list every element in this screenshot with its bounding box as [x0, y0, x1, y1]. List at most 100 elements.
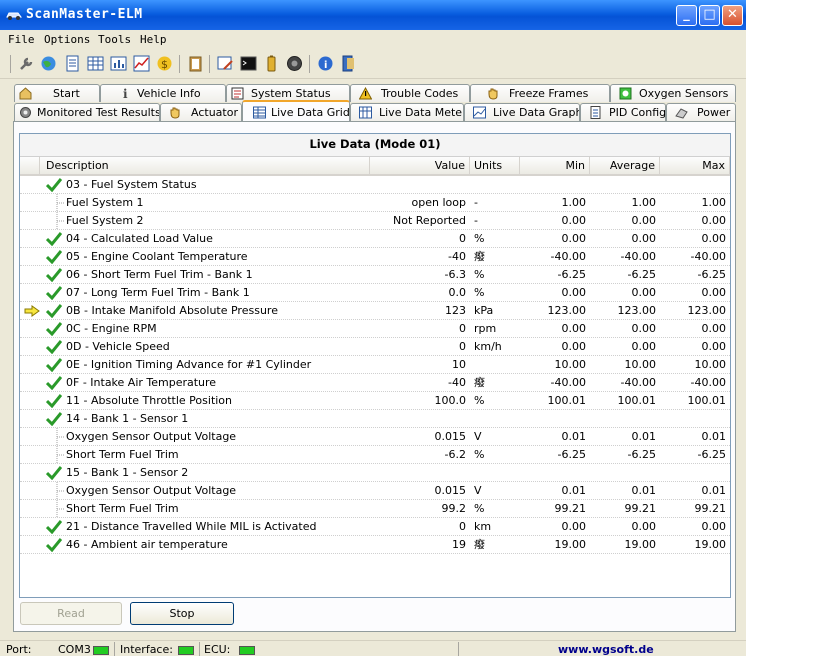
tab-pid-config[interactable]: PID Config — [580, 103, 666, 121]
table-row[interactable]: 03 - Fuel System Status — [20, 176, 730, 194]
wrench-icon[interactable] — [18, 55, 35, 72]
row-units: 癈 — [474, 250, 485, 263]
tab-live-data-grid[interactable]: Live Data Grid — [242, 100, 350, 121]
row-average: 0.00 — [631, 214, 657, 227]
table-row[interactable]: 0C - Engine RPM 0 rpm 0.00 0.00 0.00 — [20, 320, 730, 338]
row-max: 0.00 — [701, 214, 727, 227]
close-button[interactable]: ✕ — [722, 5, 743, 26]
column-header-max[interactable]: Max — [660, 157, 730, 176]
stop-button[interactable]: Stop — [130, 602, 234, 625]
column-header-description[interactable]: Description — [40, 157, 370, 176]
tab-vehicle-info[interactable]: i Vehicle Info — [100, 84, 226, 102]
document-icon[interactable] — [64, 55, 81, 72]
table-row[interactable]: Fuel System 2 Not Reported - 0.00 0.00 0.00 — [20, 212, 730, 230]
check-icon — [46, 376, 62, 390]
table-row[interactable]: 15 - Bank 1 - Sensor 2 — [20, 464, 730, 482]
row-value: -6.3 — [444, 268, 466, 281]
column-header-units[interactable]: Units — [470, 157, 520, 176]
row-max: 1.00 — [701, 196, 727, 209]
port-value: COM3 — [58, 643, 91, 656]
title-bar[interactable]: ScanMaster-ELM _ □ ✕ — [0, 0, 746, 30]
row-min: 0.01 — [561, 430, 587, 443]
chart-icon[interactable] — [110, 55, 127, 72]
info-icon[interactable]: i — [317, 55, 334, 72]
maximize-button[interactable]: □ — [699, 5, 720, 26]
minimize-button[interactable]: _ — [676, 5, 697, 26]
row-value: 0.015 — [434, 484, 467, 497]
read-button[interactable]: Read — [20, 602, 122, 625]
clipboard-icon[interactable] — [187, 55, 204, 72]
table-row[interactable]: 0B - Intake Manifold Absolute Pressure 12… — [20, 302, 730, 320]
menu-file[interactable]: File — [8, 33, 35, 46]
table-row[interactable]: 0D - Vehicle Speed 0 km/h 0.00 0.00 0.00 — [20, 338, 730, 356]
table-row[interactable]: 0F - Intake Air Temperature -40 癈 -40.00 -40… — [20, 374, 730, 392]
toolbar: $ i — [0, 50, 746, 79]
column-header-min[interactable]: Min — [520, 157, 590, 176]
row-min: 100.01 — [547, 394, 587, 407]
row-description: Fuel System 2 — [66, 214, 144, 227]
status-icon — [231, 87, 244, 100]
house-icon — [19, 87, 32, 100]
tab-live-data-graph[interactable]: Live Data Graph — [464, 103, 580, 121]
table-row[interactable]: Oxygen Sensor Output Voltage 0.015 V 0.01 0.… — [20, 428, 730, 446]
table-row[interactable]: 46 - Ambient air temperature 19 癈 19.00 19.0… — [20, 536, 730, 554]
graph-icon[interactable] — [133, 55, 150, 72]
edit-icon[interactable] — [217, 55, 234, 72]
table-row[interactable]: Fuel System 1 open loop - 1.00 1.00 1.00 — [20, 194, 730, 212]
row-max — [660, 410, 726, 427]
table-row[interactable]: 14 - Bank 1 - Sensor 1 — [20, 410, 730, 428]
row-max: 0.00 — [701, 286, 727, 299]
live-data-grid[interactable]: Live Data (Mode 01) Description Value Un… — [19, 133, 731, 598]
tab-monitored-test-results[interactable]: Monitored Test Results — [14, 103, 160, 121]
table-row[interactable]: 07 - Long Term Fuel Trim - Bank 1 0.0% 0.0… — [20, 284, 730, 302]
table-row[interactable]: 21 - Distance Travelled While MIL is Act… — [20, 518, 730, 536]
table-row[interactable]: 11 - Absolute Throttle Position 100.0% 100… — [20, 392, 730, 410]
tab-power[interactable]: Power — [666, 103, 736, 121]
website-link[interactable]: www.wgsoft.de — [558, 643, 654, 656]
table-row[interactable]: 0E - Ignition Timing Advance for #1 Cyli… — [20, 356, 730, 374]
tab-actuator[interactable]: Actuator — [160, 103, 242, 121]
row-description: Oxygen Sensor Output Voltage — [66, 484, 237, 497]
globe-icon[interactable] — [40, 55, 57, 72]
table-row[interactable]: 04 - Calculated Load Value 0% 0.00 0.00 0.00 — [20, 230, 730, 248]
menu-tools[interactable]: Tools — [98, 33, 131, 46]
table-row[interactable]: 06 - Short Term Fuel Trim - Bank 1 -6.3% -… — [20, 266, 730, 284]
row-min: 99.21 — [554, 502, 587, 515]
tab-oxygen-sensors[interactable]: Oxygen Sensors — [610, 84, 736, 102]
tab-trouble-codes[interactable]: Trouble Codes — [350, 84, 470, 102]
table-row[interactable]: Short Term Fuel Trim 99.2% 99.21 99.21 99.21 — [20, 500, 730, 518]
row-max: 19.00 — [694, 538, 727, 551]
app-window: ScanMaster-ELM _ □ ✕ File Options Tools … — [0, 0, 746, 656]
check-icon — [46, 322, 62, 336]
menu-help[interactable]: Help — [140, 33, 167, 46]
row-min: 0.00 — [561, 340, 587, 353]
row-units: km/h — [474, 340, 502, 353]
tab-freeze-frames[interactable]: Freeze Frames — [470, 84, 610, 102]
dollar-icon[interactable]: $ — [156, 55, 173, 72]
tree-line — [56, 194, 64, 211]
row-value: 123 — [445, 304, 466, 317]
row-units: V — [474, 430, 482, 443]
exit-door-icon[interactable] — [340, 55, 357, 72]
ecu-led — [239, 646, 255, 655]
tab-start[interactable]: Start — [14, 84, 100, 102]
row-average — [590, 410, 656, 427]
terminal-icon[interactable] — [240, 55, 257, 72]
row-average: 99.21 — [624, 502, 657, 515]
dial-icon[interactable] — [286, 55, 303, 72]
column-header-value[interactable]: Value — [370, 157, 470, 176]
row-max: -40.00 — [690, 376, 726, 389]
row-units: - — [474, 214, 478, 227]
grid-icon[interactable] — [87, 55, 104, 72]
menu-options[interactable]: Options — [44, 33, 90, 46]
warning-icon — [359, 87, 372, 100]
tab-live-data-meter[interactable]: Live Data Meter — [350, 103, 464, 121]
table-row[interactable]: 05 - Engine Coolant Temperature -40 癈 -40.0… — [20, 248, 730, 266]
column-header-average[interactable]: Average — [590, 157, 660, 176]
table-row[interactable]: Short Term Fuel Trim -6.2% -6.25 -6.25 -6.25 — [20, 446, 730, 464]
row-description: 07 - Long Term Fuel Trim - Bank 1 — [66, 286, 250, 299]
battery-icon[interactable] — [263, 55, 280, 72]
hand-icon — [170, 107, 180, 119]
row-min: 1.00 — [561, 196, 587, 209]
table-row[interactable]: Oxygen Sensor Output Voltage 0.015 V 0.01 0.… — [20, 482, 730, 500]
